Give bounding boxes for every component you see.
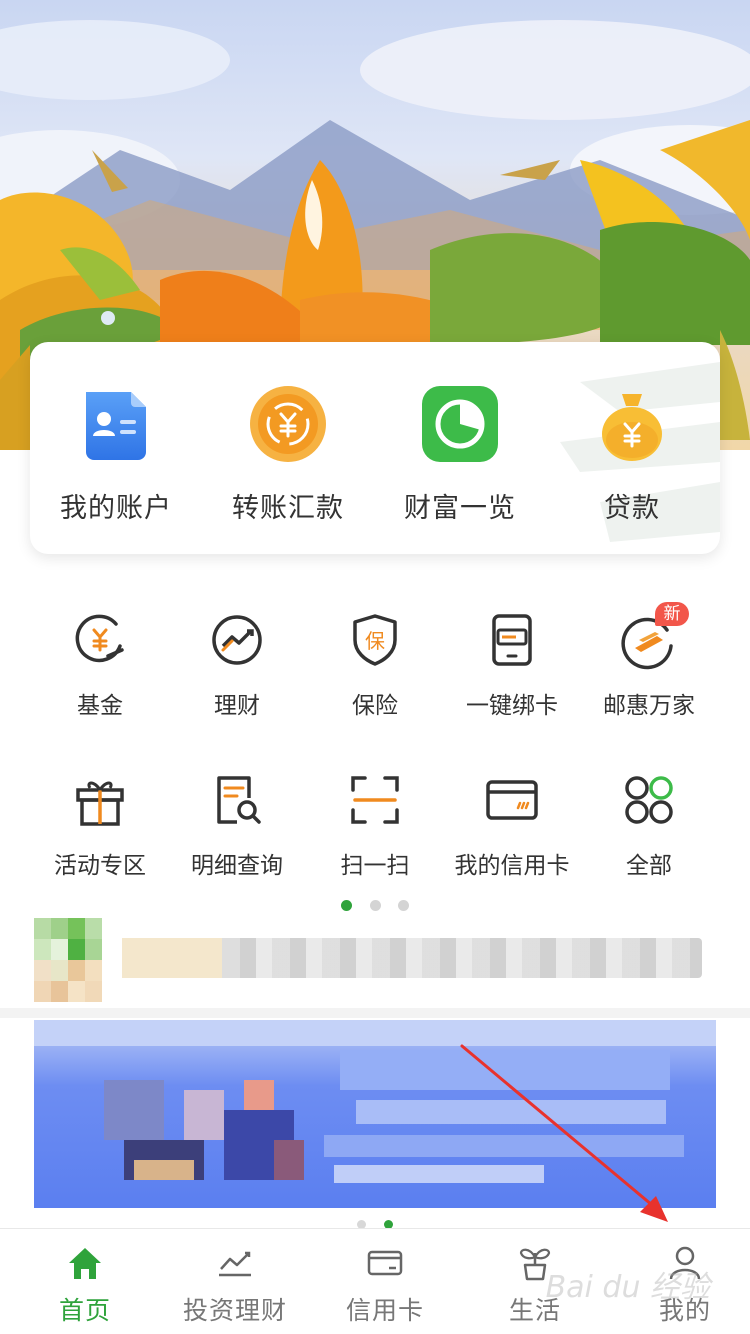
gift-icon — [70, 770, 130, 830]
investment-icon — [215, 1243, 255, 1283]
quick-loan[interactable]: 贷款 — [546, 384, 718, 534]
feature-label: 我的信用卡 — [454, 853, 570, 879]
account-card-icon — [76, 384, 156, 464]
feature-all[interactable]: 全部 — [574, 770, 724, 890]
bind-card-icon — [482, 610, 542, 670]
finance-chart-icon — [207, 610, 267, 670]
feature-detail-query[interactable]: 明细查询 — [162, 770, 312, 890]
feature-insurance[interactable]: 保 保险 — [300, 610, 450, 730]
watermark-text: Bai du 经验 — [545, 1270, 710, 1305]
detail-search-icon — [207, 770, 267, 830]
feature-label: 一键绑卡 — [466, 693, 558, 719]
feature-bind-card[interactable]: 一键绑卡 — [437, 610, 587, 730]
feature-pager — [0, 896, 750, 911]
quick-label: 我的账户 — [60, 493, 172, 524]
feature-label: 理财 — [214, 693, 260, 719]
transfer-yuan-icon — [248, 384, 328, 464]
tab-label: 投资理财 — [182, 1296, 287, 1325]
feature-my-credit-card[interactable]: 我的信用卡 — [437, 770, 587, 890]
quick-actions-card: 我的账户 转账汇款 财富一览 贷款 — [30, 342, 720, 554]
feature-label: 明细查询 — [191, 853, 283, 879]
tab-label: 首页 — [58, 1296, 111, 1325]
home-icon — [65, 1243, 105, 1283]
tab-credit-card[interactable]: 信用卡 — [310, 1243, 460, 1333]
wealth-pie-icon — [420, 384, 500, 464]
quick-label: 贷款 — [604, 493, 660, 524]
news-thumbnail — [34, 918, 102, 1002]
pager-dot[interactable] — [397, 900, 409, 911]
new-badge: 新 — [655, 602, 689, 626]
feature-finance[interactable]: 理财 — [162, 610, 312, 730]
quick-transfer[interactable]: 转账汇款 — [202, 384, 374, 534]
feature-label: 邮惠万家 — [603, 693, 695, 719]
scan-icon — [345, 770, 405, 830]
section-divider — [0, 1008, 750, 1018]
promo-banner[interactable] — [34, 1020, 716, 1208]
quick-label: 财富一览 — [404, 493, 516, 524]
quick-wealth-overview[interactable]: 财富一览 — [374, 384, 546, 534]
tab-investment[interactable]: 投资理财 — [160, 1243, 310, 1333]
tab-label: 信用卡 — [345, 1296, 424, 1325]
credit-card-icon — [482, 770, 542, 830]
feature-scan[interactable]: 扫一扫 — [300, 770, 450, 890]
youhui-logo-icon: 新 — [619, 602, 689, 670]
feature-label: 扫一扫 — [340, 853, 410, 879]
feature-label: 保险 — [352, 693, 398, 719]
feature-fund[interactable]: 基金 — [25, 610, 175, 730]
feature-label: 全部 — [626, 853, 672, 879]
quick-my-account[interactable]: 我的账户 — [30, 384, 202, 534]
feature-label: 活动专区 — [54, 853, 146, 879]
fund-icon — [70, 610, 130, 670]
pager-dot-active[interactable] — [341, 900, 353, 911]
pager-dot[interactable] — [369, 900, 381, 911]
feature-label: 基金 — [77, 693, 123, 719]
loan-bag-icon — [592, 384, 672, 464]
tab-home[interactable]: 首页 — [10, 1243, 160, 1333]
feature-activity-zone[interactable]: 活动专区 — [25, 770, 175, 890]
credit-card-tab-icon — [365, 1243, 405, 1283]
news-headline-blurred — [122, 938, 702, 978]
news-headline-row[interactable] — [34, 918, 724, 1002]
insurance-glyph: 保 — [365, 629, 385, 653]
quick-label: 转账汇款 — [232, 493, 344, 524]
all-grid-icon — [619, 770, 679, 830]
insurance-shield-icon: 保 — [345, 610, 405, 670]
feature-youhui-wanjia[interactable]: 新 邮惠万家 — [574, 602, 724, 730]
